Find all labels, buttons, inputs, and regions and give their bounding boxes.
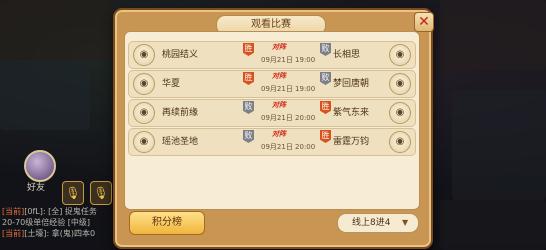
close-icon: ✕ <box>418 14 430 30</box>
watch-button-left[interactable]: ◉ <box>133 102 155 124</box>
watch-button-left[interactable]: ◉ <box>133 73 155 95</box>
result-badge-left: 败 <box>243 130 254 143</box>
team-left: 桃园结义 <box>162 50 199 60</box>
match-time: 09月21日 20:00 <box>261 143 316 151</box>
chat-line: [当前][土壕]: 拿(鬼)四本0 <box>2 229 96 238</box>
team-left: 华夏 <box>162 79 181 89</box>
eye-icon: ◉ <box>395 107 405 118</box>
result-badge-right: 败 <box>320 72 331 85</box>
chevron-down-icon: ▼ <box>402 218 409 227</box>
vs-label: 对阵 <box>272 43 286 51</box>
watch-button-right[interactable]: ◉ <box>389 44 411 66</box>
eye-icon: ◉ <box>395 49 405 60</box>
result-badge-left: 胜 <box>243 72 254 85</box>
mic-icon[interactable]: 🎙 <box>90 181 112 205</box>
team-right: 雷霆万钧 <box>333 137 370 147</box>
vs-label: 对阵 <box>272 72 286 80</box>
eye-icon: ◉ <box>139 107 149 118</box>
match-time: 09月21日 19:00 <box>261 85 316 93</box>
team-right: 紫气东来 <box>333 108 370 118</box>
watch-match-dialog: 观看比赛 ✕ ◉ 桃园结义 胜 对阵 09月21日 19:00 败 长相思 ◉ … <box>113 8 434 249</box>
close-button[interactable]: ✕ <box>414 12 434 32</box>
avatar[interactable] <box>24 150 56 182</box>
result-badge-right: 胜 <box>320 130 331 143</box>
watch-button-left[interactable]: ◉ <box>133 44 155 66</box>
vs-label: 对阵 <box>272 130 286 138</box>
result-badge-right: 败 <box>320 43 331 56</box>
result-badge-left: 胜 <box>243 43 254 56</box>
match-row: ◉ 桃园结义 胜 对阵 09月21日 19:00 败 长相思 ◉ <box>128 41 416 69</box>
stage-select-value: 线上8进4 <box>352 218 391 228</box>
leaderboard-button[interactable]: 积分榜 <box>129 211 205 235</box>
eye-icon: ◉ <box>139 78 149 89</box>
stage-select[interactable]: 线上8进4 ▼ <box>337 213 419 233</box>
chat-line: [当前][0fL]: [全] 捉鬼任务 <box>2 207 97 216</box>
watch-button-right[interactable]: ◉ <box>389 131 411 153</box>
team-right: 长相思 <box>333 50 361 60</box>
watch-button-left[interactable]: ◉ <box>133 131 155 153</box>
eye-icon: ◉ <box>395 136 405 147</box>
match-row: ◉ 瑶池圣地 败 对阵 09月21日 20:00 胜 雷霆万钧 ◉ <box>128 128 416 156</box>
eye-icon: ◉ <box>139 49 149 60</box>
vs-label: 对阵 <box>272 101 286 109</box>
result-badge-right: 胜 <box>320 101 331 114</box>
match-time: 09月21日 19:00 <box>261 56 316 64</box>
friend-label: 好友 <box>27 183 46 193</box>
match-time: 09月21日 20:00 <box>261 114 316 122</box>
eye-icon: ◉ <box>139 136 149 147</box>
chat-line: 20-70级单倍经验 [中级] <box>2 218 91 227</box>
mic-icon[interactable]: 🎙 <box>62 181 84 205</box>
team-left: 再续前缘 <box>162 108 199 118</box>
team-left: 瑶池圣地 <box>162 137 199 147</box>
watch-button-right[interactable]: ◉ <box>389 102 411 124</box>
eye-icon: ◉ <box>395 78 405 89</box>
match-row: ◉ 再续前缘 败 对阵 09月21日 20:00 胜 紫气东来 ◉ <box>128 99 416 127</box>
watch-button-right[interactable]: ◉ <box>389 73 411 95</box>
team-right: 梦回唐朝 <box>333 79 370 89</box>
result-badge-left: 败 <box>243 101 254 114</box>
match-list: ◉ 桃园结义 胜 对阵 09月21日 19:00 败 长相思 ◉ ◉ 华夏 胜 … <box>124 31 420 210</box>
match-row: ◉ 华夏 胜 对阵 09月21日 19:00 败 梦回唐朝 ◉ <box>128 70 416 98</box>
